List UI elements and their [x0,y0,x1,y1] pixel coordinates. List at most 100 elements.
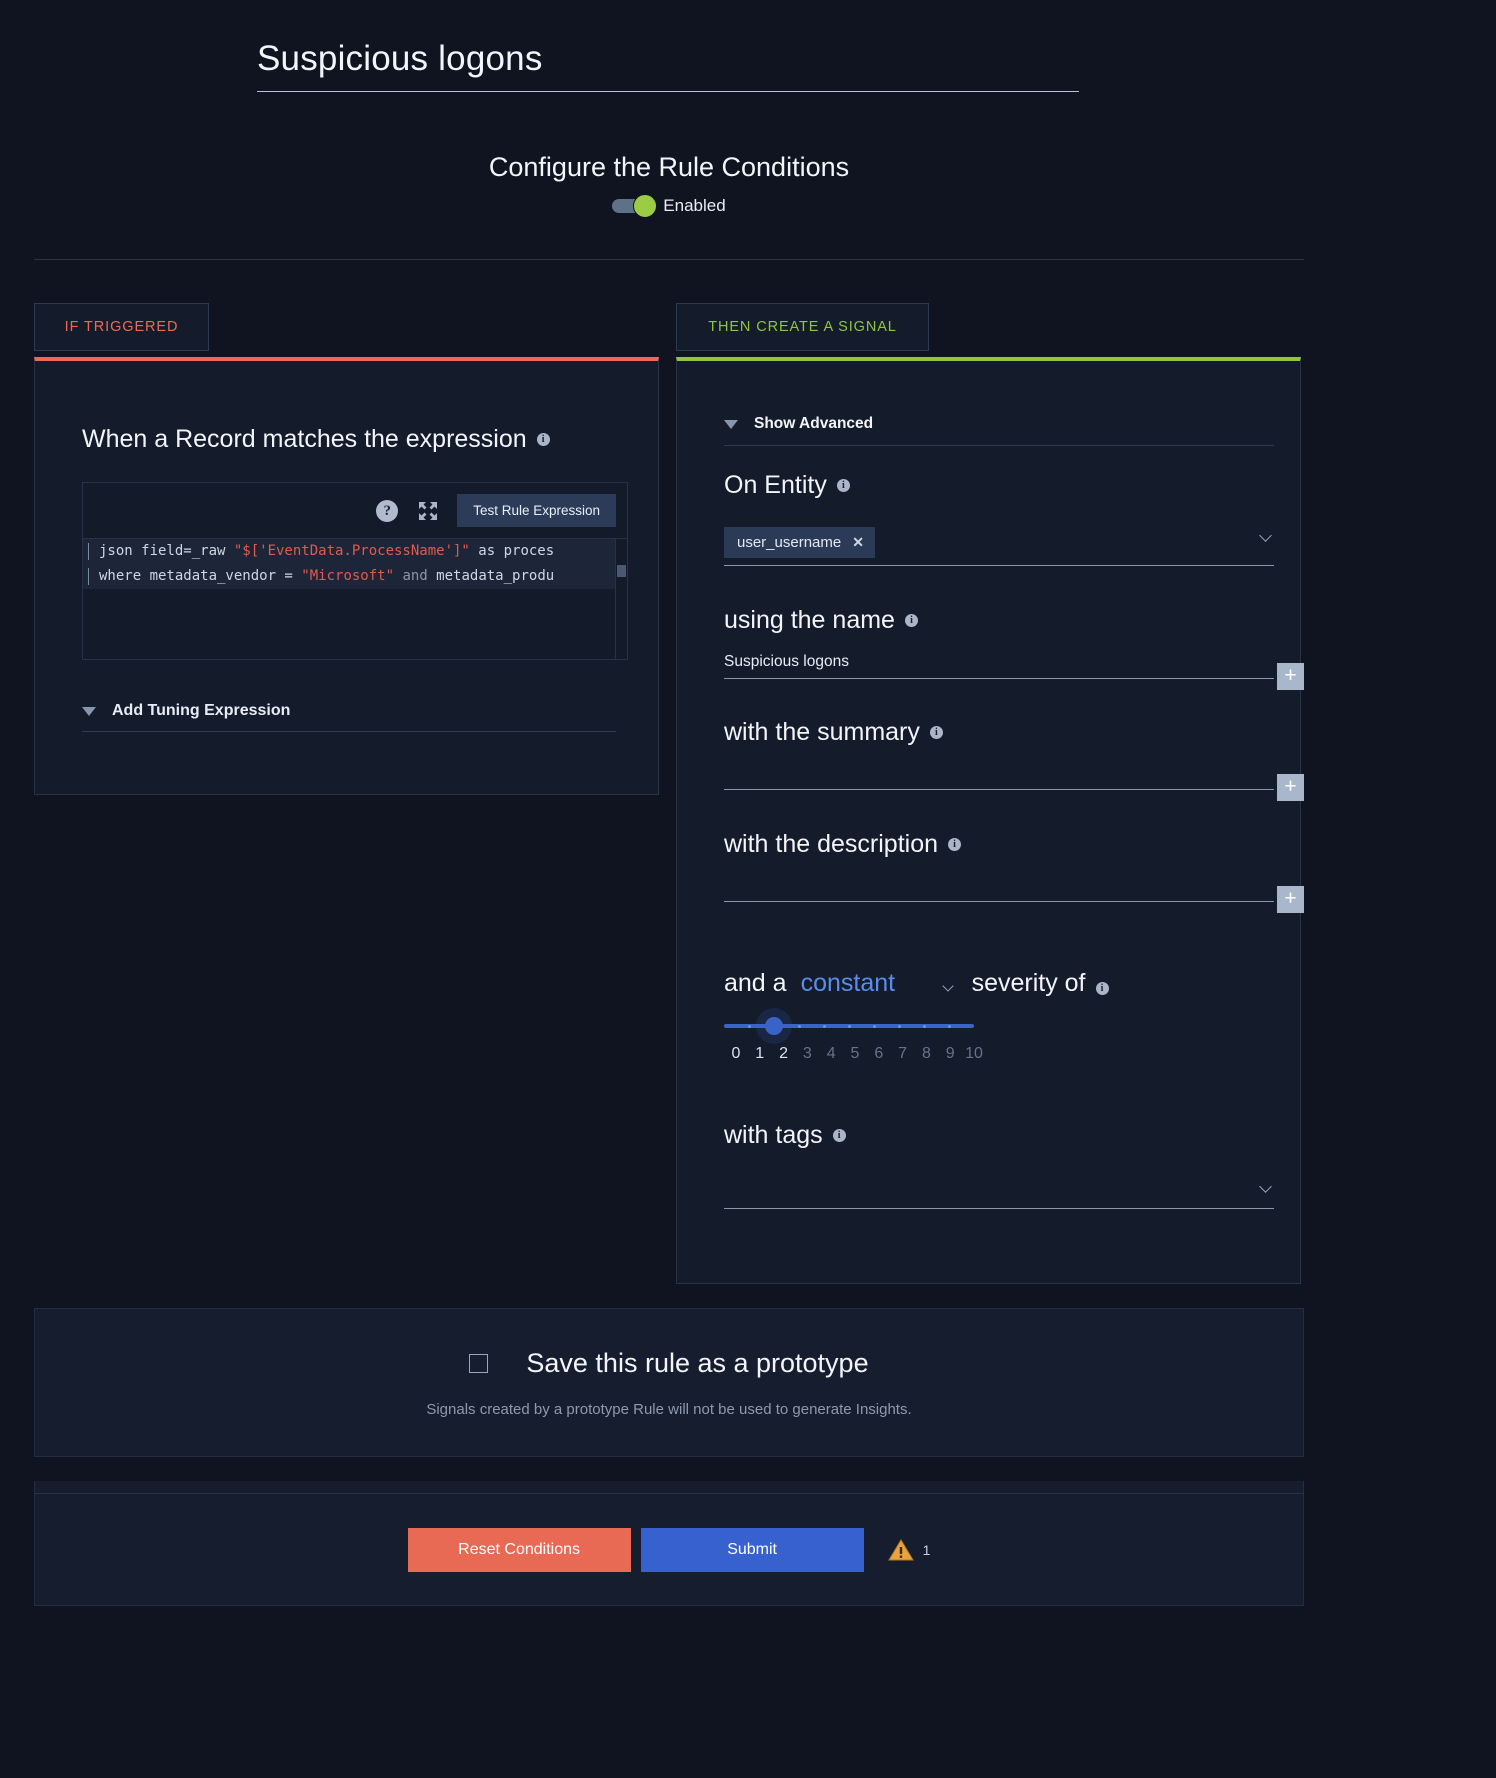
code-line[interactable]: where metadata_vendor = "Microsoft" and … [83,564,627,589]
severity-tick-label[interactable]: 6 [867,1045,891,1063]
footer-actions: Reset Conditions Submit 1 [34,1494,1304,1606]
on-entity-underline [724,565,1274,566]
chevron-down-icon[interactable] [1259,1180,1272,1193]
severity-tick-label[interactable]: 10 [962,1045,986,1063]
add-signal-description-button[interactable]: + [1277,886,1304,913]
show-advanced-label: Show Advanced [754,415,874,432]
top-divider [34,259,1304,260]
reset-conditions-button[interactable]: Reset Conditions [407,1527,631,1572]
test-rule-expression-button[interactable]: Test Rule Expression [457,494,616,527]
prototype-row: Save this rule as a prototype [469,1347,869,1379]
add-tuning-expression-row[interactable]: Add Tuning Expression [82,702,616,731]
on-entity-field: On Entity i user_username ✕ [724,471,1274,566]
signal-name-input[interactable]: Suspicious logons [724,653,1274,678]
show-advanced-divider [724,445,1274,446]
toggle-knob [633,194,658,218]
info-icon[interactable]: i [948,838,962,851]
submit-button[interactable]: Submit [640,1527,864,1572]
severity-tick-label[interactable]: 8 [915,1045,939,1063]
prototype-label: Save this rule as a prototype [526,1347,869,1378]
signal-tags-select[interactable] [724,1172,1274,1208]
severity-tick-label[interactable]: 4 [819,1045,843,1063]
on-entity-title-text: On Entity [724,471,827,499]
code-area[interactable]: json field=_raw "$['EventData.ProcessNam… [83,539,627,659]
add-tuning-expression[interactable]: Add Tuning Expression [82,702,616,732]
signal-description-input[interactable] [724,877,1274,901]
severity-mode-select[interactable]: constant [801,969,958,998]
severity-tick-dot [897,1024,901,1028]
severity-row: and a constant severity of i [724,969,1284,998]
signal-tags-title: with tags i [724,1121,1274,1150]
page-title-wrap: Suspicious logons [257,36,1079,92]
show-advanced[interactable]: Show Advanced [724,415,1274,446]
info-icon[interactable]: i [836,479,850,492]
on-entity-select[interactable]: user_username ✕ [724,527,1274,565]
signal-summary-field: with the summary i + [724,718,1304,801]
signal-summary-title-text: with the summary [724,718,920,746]
then-create-signal-panel: Show Advanced On Entity i user_username … [676,357,1304,1284]
page-title: Suspicious logons [257,39,543,78]
add-signal-summary-button[interactable]: + [1277,774,1304,801]
signal-tags-field: with tags i [724,1121,1274,1209]
warning-count: 1 [922,1541,931,1558]
info-icon[interactable]: i [904,614,918,627]
chevron-down-icon[interactable] [941,980,954,992]
enabled-toggle-row: Enabled [0,194,1338,218]
rule-expression-editor[interactable]: ? Test Rule Expression json field=_raw "… [82,482,628,660]
signal-description-underline [724,901,1274,902]
entity-chip-label: user_username [737,534,842,551]
severity-tick-label[interactable]: 3 [795,1045,819,1063]
add-signal-name-button[interactable]: + [1277,663,1304,690]
signal-tags-title-text: with tags [724,1121,823,1149]
close-icon[interactable]: ✕ [852,534,864,551]
severity-tick-label[interactable]: 1 [748,1045,772,1063]
code-line[interactable]: json field=_raw "$['EventData.ProcessNam… [83,539,627,564]
severity-tick-label[interactable]: 7 [891,1045,915,1063]
severity-slider-track[interactable] [724,1024,974,1028]
severity-field: and a constant severity of i 01234567891… [724,969,1284,1063]
tab-then-create-signal[interactable]: THEN CREATE A SIGNAL [676,303,929,351]
editor-toolbar: ? Test Rule Expression [83,483,627,539]
severity-slider-thumb[interactable] [765,1017,783,1035]
signal-tags-underline [724,1208,1274,1209]
signal-description-title: with the description i [724,830,1274,859]
severity-tick-dot [872,1024,876,1028]
show-advanced-row[interactable]: Show Advanced [724,415,1274,445]
severity-mode-value: constant [800,969,896,997]
chevron-down-icon[interactable] [1259,529,1272,542]
code-lines[interactable]: json field=_raw "$['EventData.ProcessNam… [83,539,627,589]
severity-tick-dot [822,1024,826,1028]
code-horizontal-scrollbar[interactable] [615,539,627,659]
severity-slider[interactable]: 0 1 2 3 4 5 6 7 8 9 10 [724,1017,983,1063]
info-icon[interactable]: i [929,726,943,739]
severity-tick-dot [847,1024,851,1028]
entity-chip[interactable]: user_username ✕ [724,527,875,558]
severity-tick-labels: 0 1 2 3 4 5 6 7 8 9 10 [724,1045,986,1063]
severity-tick-dot [947,1024,951,1028]
caret-down-icon [82,706,96,716]
severity-tick-label[interactable]: 2 [772,1045,796,1063]
prototype-checkbox[interactable] [469,1353,489,1373]
severity-tick-label[interactable]: 0 [724,1045,748,1063]
severity-tick-label[interactable]: 9 [938,1045,962,1063]
enabled-toggle[interactable] [612,194,658,218]
signal-name-field: using the name i Suspicious logons + [724,606,1304,690]
add-tuning-expression-label: Add Tuning Expression [112,702,291,719]
severity-tick-label[interactable]: 5 [843,1045,867,1063]
info-icon[interactable]: i [536,433,550,446]
on-entity-title: On Entity i [724,471,1274,500]
expand-arrows-icon[interactable] [416,499,440,523]
warning-indicator[interactable]: 1 [887,1538,931,1562]
signal-summary-input[interactable] [724,765,1274,789]
info-icon[interactable]: i [832,1129,846,1142]
expression-heading: When a Record matches the expression i [82,425,550,454]
severity-tick-dot [747,1024,751,1028]
tab-if-triggered[interactable]: IF TRIGGERED [34,303,209,351]
tuning-divider [82,731,616,732]
signal-name-title-text: using the name [724,606,895,634]
section-subtitle: Configure the Rule Conditions [488,152,850,182]
info-icon[interactable]: i [1095,982,1109,995]
scrollbar-thumb[interactable] [617,565,626,577]
severity-tick-dot [922,1024,926,1028]
help-circle-icon[interactable]: ? [375,499,399,523]
